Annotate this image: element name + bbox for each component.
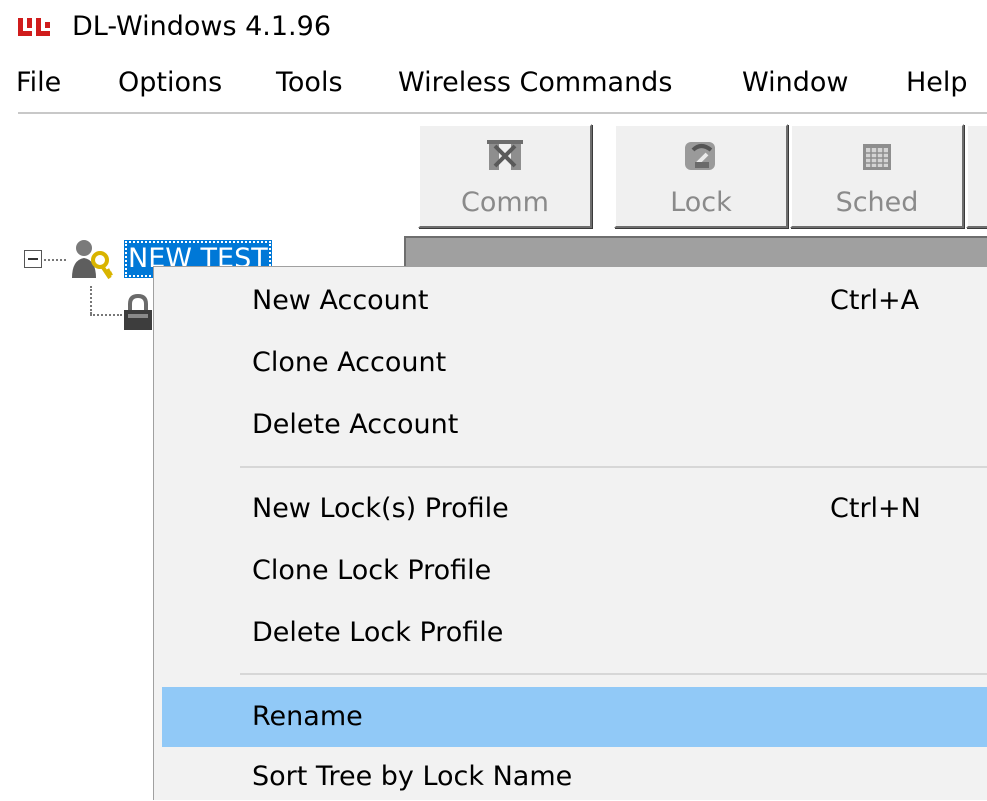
menu-item-label: Delete Account (252, 409, 459, 440)
comm-button-label: Comm (461, 187, 549, 218)
lock-button-label: Lock (670, 187, 732, 218)
menu-wireless-commands[interactable]: Wireless Commands (392, 64, 678, 102)
sched-button-label: Sched (835, 187, 919, 218)
toolbar-next-button[interactable] (966, 124, 987, 228)
menu-item-label: New Lock(s) Profile (252, 493, 509, 524)
menu-item-delete-account[interactable]: Delete Account (162, 401, 987, 449)
schedule-icon (863, 144, 891, 170)
menu-item-label: Clone Lock Profile (252, 555, 492, 586)
context-menu: New Account Ctrl+A Clone Account Delete … (153, 266, 987, 800)
menu-item-clone-account[interactable]: Clone Account (162, 339, 987, 387)
lock-button[interactable]: Lock (614, 124, 788, 228)
menu-separator (240, 673, 987, 675)
sched-button[interactable]: Sched (790, 124, 964, 228)
tree-connector-child (90, 314, 122, 316)
menu-item-shortcut: Ctrl+N (830, 493, 921, 524)
comm-icon (487, 140, 523, 170)
menu-bar: File Options Tools Wireless Commands Win… (0, 60, 987, 106)
tree-connector-vertical (90, 286, 92, 314)
menu-help[interactable]: Help (900, 64, 974, 102)
menu-item-label: Delete Lock Profile (252, 617, 504, 648)
tree-connector (44, 259, 66, 261)
menu-item-label: Sort Tree by Lock Name (252, 761, 573, 792)
account-icon (72, 240, 113, 280)
menu-tools[interactable]: Tools (270, 64, 349, 102)
comm-button[interactable]: Comm (418, 124, 592, 228)
menu-item-sort-tree-by-lock-name[interactable]: Sort Tree by Lock Name (162, 753, 987, 801)
menu-item-label: New Account (252, 285, 429, 316)
title-bar: DL-Windows 4.1.96 (0, 0, 987, 56)
menu-item-new-lock-profile[interactable]: New Lock(s) Profile Ctrl+N (162, 485, 987, 533)
menu-item-label: Clone Account (252, 347, 447, 378)
app-logo-icon (18, 18, 50, 36)
client-divider (18, 112, 987, 114)
detail-pane-header (404, 236, 987, 266)
menu-item-delete-lock-profile[interactable]: Delete Lock Profile (162, 609, 987, 657)
lock-icon (685, 142, 715, 170)
window-title: DL-Windows 4.1.96 (72, 11, 331, 42)
menu-item-shortcut: Ctrl+A (830, 285, 920, 316)
lock-profile-icon[interactable] (120, 292, 156, 332)
menu-separator (240, 466, 987, 468)
menu-file[interactable]: File (10, 64, 67, 102)
menu-item-clone-lock-profile[interactable]: Clone Lock Profile (162, 547, 987, 595)
menu-item-label: Rename (252, 701, 363, 732)
menu-item-new-account[interactable]: New Account Ctrl+A (162, 277, 987, 325)
menu-item-rename[interactable]: Rename (162, 687, 987, 747)
menu-options[interactable]: Options (112, 64, 228, 102)
tree-collapse-icon[interactable] (24, 250, 42, 268)
menu-window[interactable]: Window (736, 64, 854, 102)
